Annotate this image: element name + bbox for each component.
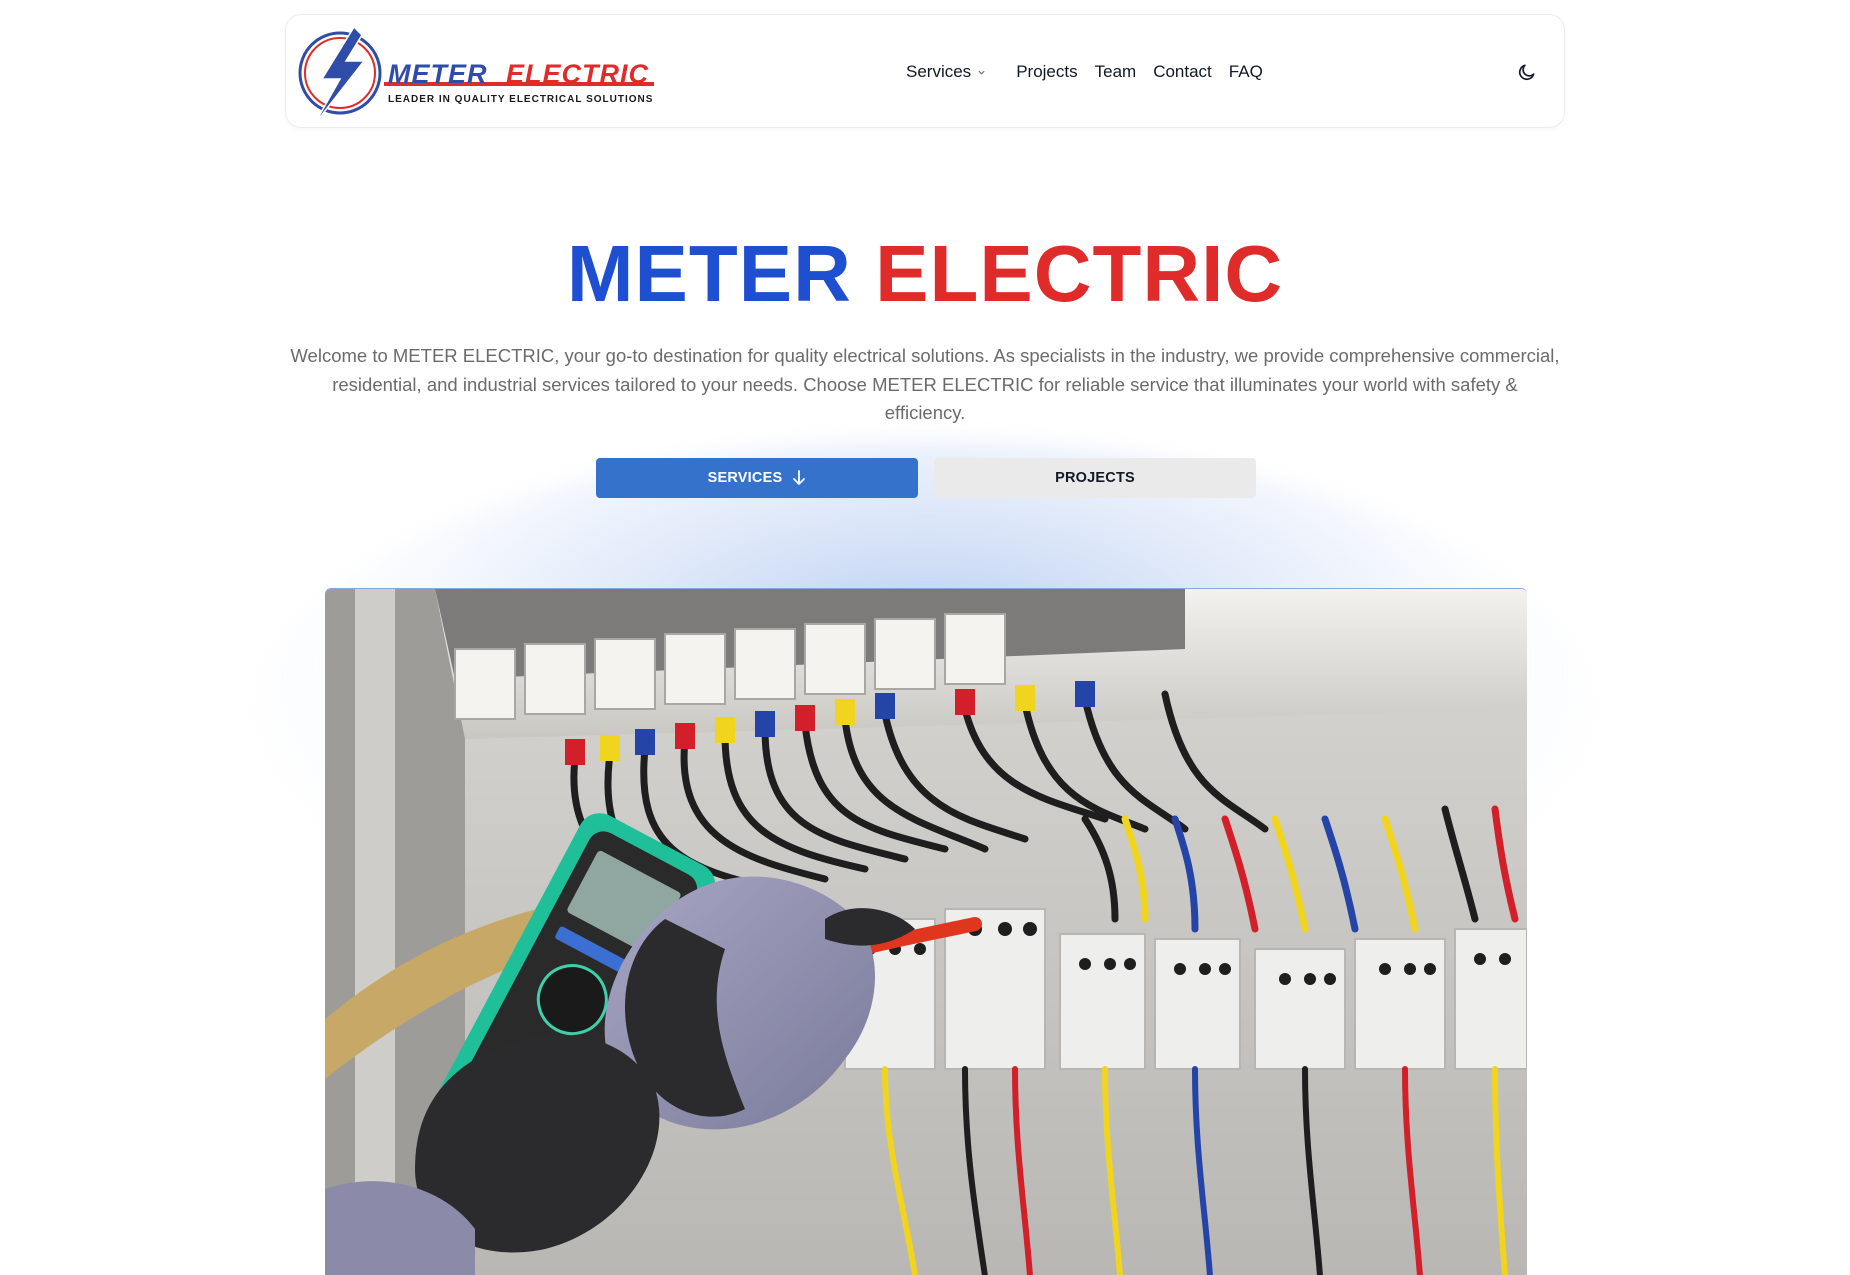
hero-title: METER ELECTRIC (0, 228, 1850, 320)
arrow-down-icon (792, 470, 806, 486)
nav-services-dropdown[interactable]: Services (906, 62, 986, 82)
hero-title-electric: ELECTRIC (875, 229, 1284, 318)
moon-icon (1518, 64, 1535, 81)
chevron-down-icon (978, 70, 985, 75)
services-button-label: SERVICES (707, 470, 783, 486)
nav-services-label: Services (906, 62, 972, 81)
logo-word-meter: METER (388, 59, 488, 89)
site-header: METER ELECTRIC LEADER IN QUALITY ELECTRI… (285, 14, 1565, 128)
projects-button[interactable]: PROJECTS (934, 458, 1256, 498)
theme-toggle-button[interactable] (1514, 59, 1540, 85)
nav-team-link[interactable]: Team (1095, 62, 1137, 82)
electrical-panel-illustration (325, 589, 1527, 1275)
services-button[interactable]: SERVICES (596, 458, 918, 498)
brand-logo[interactable]: METER ELECTRIC LEADER IN QUALITY ELECTRI… (292, 21, 662, 125)
projects-button-label: PROJECTS (1055, 470, 1135, 486)
nav-contact-link[interactable]: Contact (1153, 62, 1212, 82)
hero-description: Welcome to METER ELECTRIC, your go-to de… (290, 345, 1560, 423)
nav-faq-link[interactable]: FAQ (1229, 62, 1263, 82)
nav-projects-link[interactable]: Projects (1016, 62, 1077, 82)
logo-word-electric: ELECTRIC (506, 59, 649, 89)
logo-tagline: LEADER IN QUALITY ELECTRICAL SOLUTIONS (388, 94, 654, 105)
hero-title-meter: METER (566, 229, 852, 318)
hero-image-electrician (325, 588, 1527, 1275)
main-nav: Services Projects Team Contact FAQ (906, 15, 1280, 129)
